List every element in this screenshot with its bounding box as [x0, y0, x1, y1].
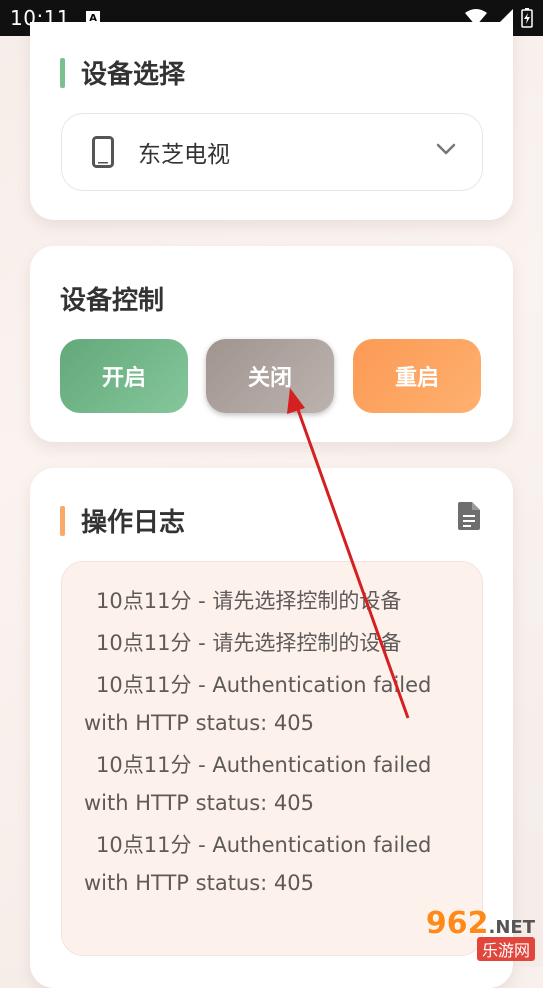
- site-watermark: 962 .NET 乐游网: [426, 906, 535, 961]
- device-control-card: 设备控制 开启 关闭 重启: [30, 246, 513, 442]
- log-entry: 10点11分 - Authentication failed with HTTP…: [84, 673, 432, 735]
- log-entry: 10点11分 - 请先选择控制的设备: [96, 631, 402, 655]
- watermark-number: 962: [425, 906, 489, 941]
- device-dropdown[interactable]: 东芝电视: [61, 113, 483, 191]
- turn-off-button[interactable]: 关闭: [206, 339, 334, 413]
- device-select-header: 设备选择: [60, 54, 185, 91]
- operation-log-title: 操作日志: [81, 508, 186, 538]
- watermark-suffix: .NET: [488, 917, 535, 938]
- restart-button[interactable]: 重启: [353, 339, 481, 413]
- document-icon[interactable]: [458, 502, 480, 530]
- turn-on-button[interactable]: 开启: [60, 339, 188, 413]
- device-control-header: 设备控制: [60, 280, 164, 317]
- device-select-card: 设备选择 东芝电视: [30, 22, 513, 220]
- log-entry: 10点11分 - Authentication failed with HTTP…: [84, 833, 432, 895]
- device-select-title: 设备选择: [81, 60, 186, 90]
- watermark-name: 乐游网: [476, 937, 535, 961]
- device-control-title: 设备控制: [60, 286, 165, 316]
- accent-bar: [60, 57, 65, 88]
- battery-icon: [521, 8, 533, 28]
- selected-device: 东芝电视: [138, 142, 230, 168]
- chevron-down-icon: [436, 143, 456, 155]
- log-list: 10点11分 - 请先选择控制的设备 10点11分 - 请先选择控制的设备 10…: [62, 562, 482, 902]
- phone-icon: [92, 136, 114, 168]
- log-panel[interactable]: 10点11分 - 请先选择控制的设备 10点11分 - 请先选择控制的设备 10…: [61, 561, 483, 956]
- operation-log-header: 操作日志: [60, 502, 185, 539]
- log-entry: 10点11分 - 请先选择控制的设备: [96, 589, 402, 613]
- log-entry: 10点11分 - Authentication failed with HTTP…: [84, 753, 432, 815]
- accent-bar: [60, 505, 65, 536]
